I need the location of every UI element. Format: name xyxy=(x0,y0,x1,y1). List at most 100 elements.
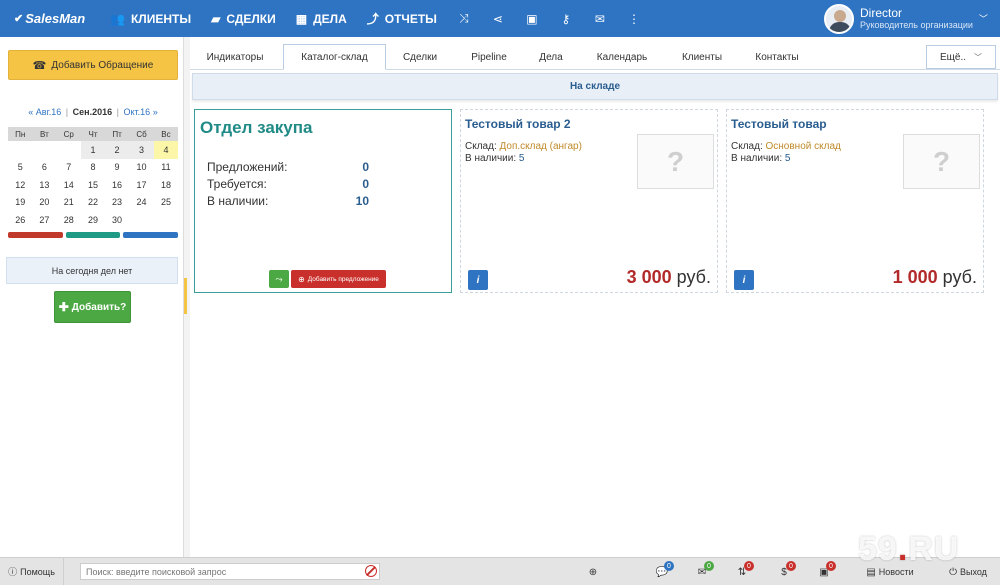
product-image-placeholder: ? xyxy=(637,134,714,189)
calendar-empty-cell xyxy=(56,141,81,159)
more-button[interactable]: ⋮ xyxy=(617,0,651,37)
calendar-day[interactable]: 18 xyxy=(154,176,178,194)
current-month: Сен.2016 xyxy=(72,107,113,117)
calendar-day[interactable]: 3 xyxy=(129,141,154,159)
payments-button[interactable]: $ 0 xyxy=(772,558,796,585)
calendar-icon: ▦ xyxy=(295,11,308,26)
tab-contacts[interactable]: Контакты xyxy=(742,45,812,70)
tab-calendar[interactable]: Календарь xyxy=(582,45,662,70)
watermark: 59.RU xyxy=(858,530,960,568)
global-search-input[interactable] xyxy=(80,563,380,580)
calendar-day[interactable]: 9 xyxy=(105,159,129,177)
calendar-navigation: « Авг.16 | Сен.2016 | Окт.16 » xyxy=(28,107,158,117)
stat-value: 0 xyxy=(362,160,369,174)
nav-deals-label: СДЕЛКИ xyxy=(226,11,276,26)
avatar xyxy=(824,3,854,34)
product-info-button[interactable]: i xyxy=(468,270,488,290)
calendar-day[interactable]: 20 xyxy=(32,194,56,212)
info-icon: i xyxy=(742,274,746,286)
tab-pipeline[interactable]: Pipeline xyxy=(454,45,524,70)
info-circle-icon: ⓘ xyxy=(8,567,18,577)
calendar-day[interactable]: 13 xyxy=(32,176,56,194)
calendar-day[interactable]: 30 xyxy=(105,211,129,229)
calendar-day[interactable]: 10 xyxy=(129,159,154,177)
calendar-day[interactable]: 15 xyxy=(81,176,105,194)
calendar-day[interactable]: 23 xyxy=(105,194,129,212)
price-currency: руб. xyxy=(676,267,711,287)
calendar-empty-cell xyxy=(129,211,154,229)
calendar-day[interactable]: 12 xyxy=(8,176,32,194)
add-request-button[interactable]: ☎ Добавить Обращение xyxy=(8,50,178,80)
calendar-empty-cell xyxy=(154,211,178,229)
calendar-day[interactable]: 2 xyxy=(105,141,130,159)
calendar-day[interactable]: 26 xyxy=(8,211,32,229)
calendar-day-today[interactable]: 4 xyxy=(153,141,178,159)
section-header: На складе xyxy=(192,73,998,100)
mini-calendar: Пн Вт Ср Чт Пт Сб Вс 1 2 3 4 5 6 7 8 9 10 11 12 13 14 15 16 17… xyxy=(8,127,178,229)
department-card[interactable]: Отдел закупа Предложений: 0 Требуется: 0… xyxy=(194,109,452,293)
tab-tasks[interactable]: Дела xyxy=(526,45,576,70)
users-icon: 👥 xyxy=(110,11,125,26)
calendar-day[interactable]: 6 xyxy=(32,159,56,177)
nav-tasks[interactable]: ▦ ДЕЛА xyxy=(286,0,357,37)
share-button[interactable]: ⋖ xyxy=(481,0,515,37)
calendar-day[interactable]: 5 xyxy=(8,159,32,177)
tab-indicators[interactable]: Индикаторы xyxy=(190,45,280,70)
logo-check-icon: ✔ xyxy=(14,13,24,25)
tab-clients[interactable]: Клиенты xyxy=(666,45,738,70)
briefcase-button[interactable]: ▣ xyxy=(515,0,549,37)
calendar-day[interactable]: 1 xyxy=(81,141,106,159)
product-card[interactable]: Тестовый товар Склад: Основной склад В н… xyxy=(726,109,984,293)
nav-deals[interactable]: ▰ СДЕЛКИ xyxy=(201,0,286,37)
sort-count-badge: 0 xyxy=(744,561,754,571)
chart-button[interactable]: ⤳ xyxy=(269,270,289,288)
warehouse-label: Склад: xyxy=(465,141,497,152)
calendar-next-link[interactable]: Окт.16 » xyxy=(124,107,158,117)
product-info-button[interactable]: i xyxy=(734,270,754,290)
stat-value: 10 xyxy=(355,194,369,208)
weekday-header: Пн xyxy=(8,127,33,141)
briefcase-counter-button[interactable]: ▣ 0 xyxy=(812,558,836,585)
calendar-day[interactable]: 28 xyxy=(56,211,81,229)
help-button[interactable]: ⓘ Помощь xyxy=(0,557,64,585)
shuffle-button[interactable]: ⤨ xyxy=(447,0,481,37)
add-offer-button[interactable]: ⊕ Добавить предложение xyxy=(291,270,386,288)
mail-button[interactable]: ✉ xyxy=(583,0,617,37)
tab-catalog-warehouse[interactable]: Каталог-склад xyxy=(283,44,386,70)
phone-plus-icon: ☎ xyxy=(32,59,47,72)
key-button[interactable]: ⚷ xyxy=(549,0,583,37)
sort-button[interactable]: ⇅ 0 xyxy=(730,558,754,585)
chart-line-icon: ⤴ xyxy=(366,12,379,26)
product-card[interactable]: Тестовый товар 2 Склад: Доп.склад (ангар… xyxy=(460,109,718,293)
stock-label: В наличии: xyxy=(465,153,517,164)
calendar-day[interactable]: 29 xyxy=(81,211,105,229)
calendar-day[interactable]: 8 xyxy=(81,159,105,177)
add-button[interactable]: ⊕ xyxy=(582,558,604,585)
search-clear-icon[interactable] xyxy=(365,565,377,577)
more-tabs-dropdown[interactable]: Ещё.. ﹀ xyxy=(926,45,996,69)
calendar-day[interactable]: 24 xyxy=(129,194,154,212)
calendar-prev-link[interactable]: « Авг.16 xyxy=(28,107,61,117)
comments-button[interactable]: 💬 0 xyxy=(650,558,674,585)
sidebar-resize-handle[interactable] xyxy=(184,278,187,314)
weekday-header: Чт xyxy=(81,127,106,141)
nav-reports[interactable]: ⤴ ОТЧЕТЫ xyxy=(357,0,447,37)
left-sidebar: ☎ Добавить Обращение « Авг.16 | Сен.2016… xyxy=(0,37,184,557)
calendar-day[interactable]: 25 xyxy=(154,194,178,212)
user-menu[interactable]: Director Руководитель организации ﹀ xyxy=(824,0,1000,37)
tab-deals[interactable]: Сделки xyxy=(390,45,450,70)
calendar-day[interactable]: 21 xyxy=(56,194,81,212)
calendar-day[interactable]: 22 xyxy=(81,194,105,212)
add-task-button[interactable]: ✚ Добавить? xyxy=(54,291,131,323)
calendar-day[interactable]: 11 xyxy=(154,159,178,177)
nav-clients[interactable]: 👥 КЛИЕНТЫ xyxy=(100,0,201,37)
app-logo[interactable]: ✔ SalesMan xyxy=(0,0,100,37)
calendar-day[interactable]: 17 xyxy=(129,176,154,194)
calendar-day[interactable]: 16 xyxy=(105,176,129,194)
calendar-day[interactable]: 19 xyxy=(8,194,32,212)
messages-button[interactable]: ✉ 0 xyxy=(690,558,714,585)
calendar-day[interactable]: 14 xyxy=(56,176,81,194)
calendar-day[interactable]: 7 xyxy=(56,159,81,177)
stat-row-offers: Предложений: 0 xyxy=(207,160,369,174)
calendar-day[interactable]: 27 xyxy=(32,211,56,229)
